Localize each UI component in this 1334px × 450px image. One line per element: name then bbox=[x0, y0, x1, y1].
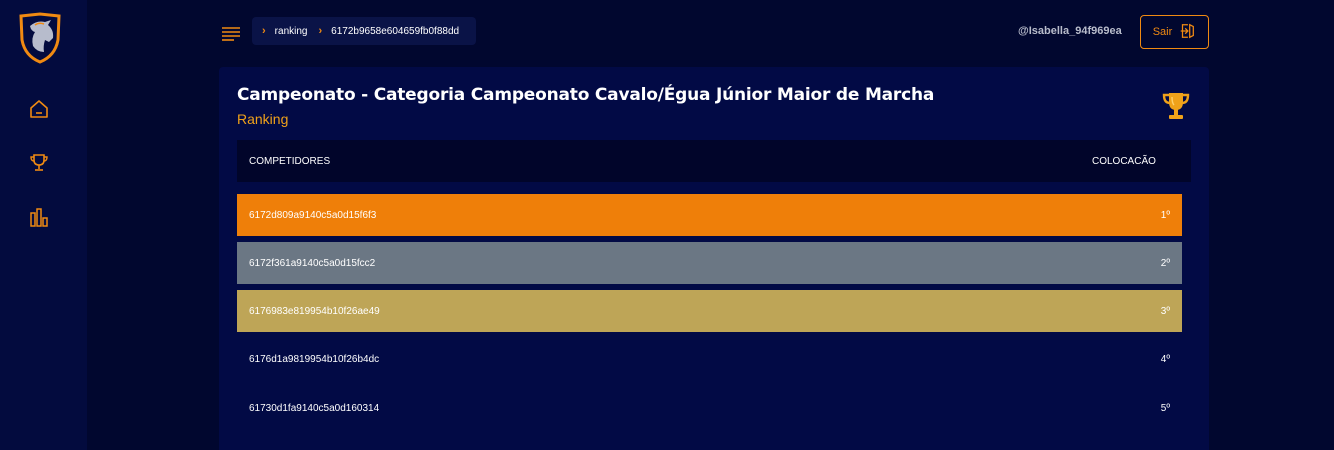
home-icon[interactable] bbox=[27, 97, 51, 121]
placement: 5º bbox=[1160, 402, 1170, 414]
placement: 3º bbox=[1160, 305, 1170, 317]
competitor-id: 61730d1fa9140c5a0d160314 bbox=[249, 402, 380, 414]
ranking-card: Campeonato - Categoria Campeonato Cavalo… bbox=[219, 67, 1209, 450]
competitor-id: 6172d809a9140c5a0d15f6f3 bbox=[249, 209, 377, 221]
page-subtitle: Ranking bbox=[237, 111, 289, 127]
table-row[interactable]: 61730d1fa9140c5a0d160314 5º bbox=[237, 387, 1182, 429]
table-row[interactable]: 6172d809a9140c5a0d15f6f3 1º bbox=[237, 194, 1182, 236]
bar-chart-icon[interactable] bbox=[27, 205, 51, 229]
breadcrumb-item-id[interactable]: 6172b9658e604659fb0f88dd bbox=[331, 26, 459, 37]
horse-shield-logo[interactable] bbox=[17, 12, 63, 64]
logout-button[interactable]: Sair bbox=[1140, 15, 1209, 49]
competitor-id: 6176983e819954b10f26ae49 bbox=[249, 305, 380, 317]
placement: 1º bbox=[1160, 209, 1170, 221]
placement: 2º bbox=[1160, 257, 1170, 269]
table-row[interactable]: 6176d1a9819954b10f26b4dc 4º bbox=[237, 338, 1182, 380]
chevron-right-icon: › bbox=[262, 25, 266, 37]
table-header: COMPETIDORES COLOCACÃO bbox=[237, 140, 1191, 182]
chevron-right-icon: › bbox=[318, 25, 323, 37]
logout-icon bbox=[1178, 22, 1196, 43]
competitor-id: 6172f361a9140c5a0d15fcc2 bbox=[249, 257, 376, 269]
breadcrumb-item-ranking[interactable]: ranking bbox=[275, 26, 308, 37]
table-row[interactable]: 6176983e819954b10f26ae49 3º bbox=[237, 290, 1182, 332]
breadcrumb: › ranking › 6172b9658e604659fb0f88dd bbox=[252, 17, 476, 45]
column-header-placement: COLOCACÃO bbox=[1092, 155, 1156, 167]
sidebar bbox=[0, 0, 87, 450]
placement: 4º bbox=[1160, 353, 1170, 365]
hamburger-menu-icon[interactable] bbox=[221, 23, 241, 43]
username-label: @Isabella_94f969ea bbox=[1018, 25, 1122, 37]
trophy-icon bbox=[1159, 89, 1193, 123]
logout-label: Sair bbox=[1152, 26, 1173, 38]
table-row[interactable]: 6172f361a9140c5a0d15fcc2 2º bbox=[237, 242, 1182, 284]
trophy-icon[interactable] bbox=[27, 151, 51, 175]
competitor-id: 6176d1a9819954b10f26b4dc bbox=[249, 353, 380, 365]
column-header-competitors: COMPETIDORES bbox=[249, 155, 331, 167]
page-title: Campeonato - Categoria Campeonato Cavalo… bbox=[237, 85, 935, 105]
